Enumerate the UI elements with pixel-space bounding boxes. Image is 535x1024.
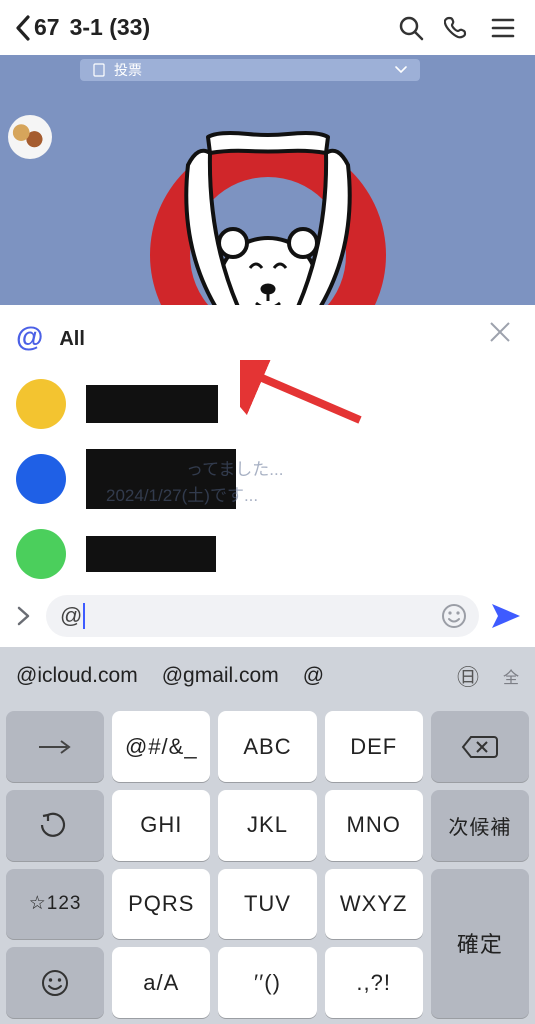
key-pqrs[interactable]: PQRS (112, 869, 210, 940)
emoji-button[interactable] (441, 603, 467, 629)
search-icon (398, 15, 424, 41)
user-name-redacted (86, 536, 216, 572)
text-cursor (83, 603, 85, 629)
back-button[interactable]: 67 (14, 14, 60, 42)
unread-count: 67 (34, 14, 60, 41)
key-next-candidate[interactable]: 次候補 (431, 790, 529, 861)
suggestion[interactable]: @gmail.com (162, 664, 279, 688)
key-undo[interactable] (6, 790, 104, 861)
key-tuv[interactable]: TUV (218, 869, 316, 940)
pinned-bar[interactable]: 投票 (80, 59, 420, 81)
message-input[interactable]: @ (46, 595, 479, 637)
arrow-right-icon (35, 737, 75, 757)
chevron-right-icon (16, 606, 32, 626)
key-numbers[interactable]: ☆123 (6, 869, 104, 940)
sender-avatar[interactable] (8, 115, 52, 159)
key-symbols[interactable]: @#/&_ (112, 711, 210, 782)
keyboard: @icloud.com @gmail.com @ ㊐ 全 @#/&_ ABC D… (0, 647, 535, 1024)
key-wxyz[interactable]: WXYZ (325, 869, 423, 940)
mention-all[interactable]: All (59, 328, 85, 351)
backspace-icon (461, 734, 499, 760)
key-jkl[interactable]: JKL (218, 790, 316, 861)
input-value: @ (60, 603, 82, 629)
phone-icon (444, 15, 470, 41)
key-backspace[interactable] (431, 711, 529, 782)
sticker-image: ok ok (138, 125, 398, 305)
key-abc[interactable]: ABC (218, 711, 316, 782)
suggestion[interactable]: @ (303, 664, 324, 688)
annotation-arrow (240, 360, 370, 440)
key-ghi[interactable]: GHI (112, 790, 210, 861)
key-confirm[interactable]: 確定 (431, 869, 529, 1018)
send-button[interactable] (489, 599, 523, 633)
key-case[interactable]: a/A (112, 947, 210, 1018)
close-button[interactable] (487, 319, 513, 345)
mention-suggestions-panel: @ All ってました... 2024/1/27(土)です... (0, 305, 535, 585)
mention-item[interactable] (16, 529, 519, 579)
pinned-label: 投票 (114, 60, 142, 80)
key-mno[interactable]: MNO (325, 790, 423, 861)
mention-item[interactable]: ってました... 2024/1/27(土)です... (16, 449, 519, 509)
user-avatar (16, 379, 66, 429)
chat-title: 3-1 (33) (70, 14, 151, 41)
send-icon (490, 602, 522, 630)
key-quotes[interactable]: ′′() (218, 947, 316, 1018)
user-avatar (16, 529, 66, 579)
message-input-bar: @ (0, 585, 535, 647)
suggestion-tag: 全 (503, 664, 519, 688)
key-def[interactable]: DEF (325, 711, 423, 782)
chevron-down-icon (394, 65, 408, 75)
emoji-icon (40, 968, 70, 998)
user-avatar (16, 454, 66, 504)
candidate-icon[interactable]: ㊐ (457, 660, 479, 692)
search-button[interactable] (393, 10, 429, 46)
menu-button[interactable] (485, 10, 521, 46)
key-tab[interactable] (6, 711, 104, 782)
preview-text: 2024/1/27(土)です... (106, 481, 258, 506)
suggestion[interactable]: @icloud.com (16, 664, 138, 688)
key-emoji[interactable] (6, 947, 104, 1018)
preview-text: ってました... (186, 455, 283, 480)
doc-icon (92, 63, 106, 77)
key-punct[interactable]: .,?! (325, 947, 423, 1018)
chat-area: 投票 ok ok (0, 55, 535, 305)
keyboard-suggestions: @icloud.com @gmail.com @ ㊐ 全 (0, 647, 535, 705)
user-name-redacted (86, 385, 218, 423)
at-icon: @ (16, 321, 43, 353)
chevron-left-icon (14, 14, 32, 42)
menu-icon (491, 17, 515, 39)
expand-button[interactable] (12, 604, 36, 628)
undo-icon (40, 810, 70, 840)
call-button[interactable] (439, 10, 475, 46)
